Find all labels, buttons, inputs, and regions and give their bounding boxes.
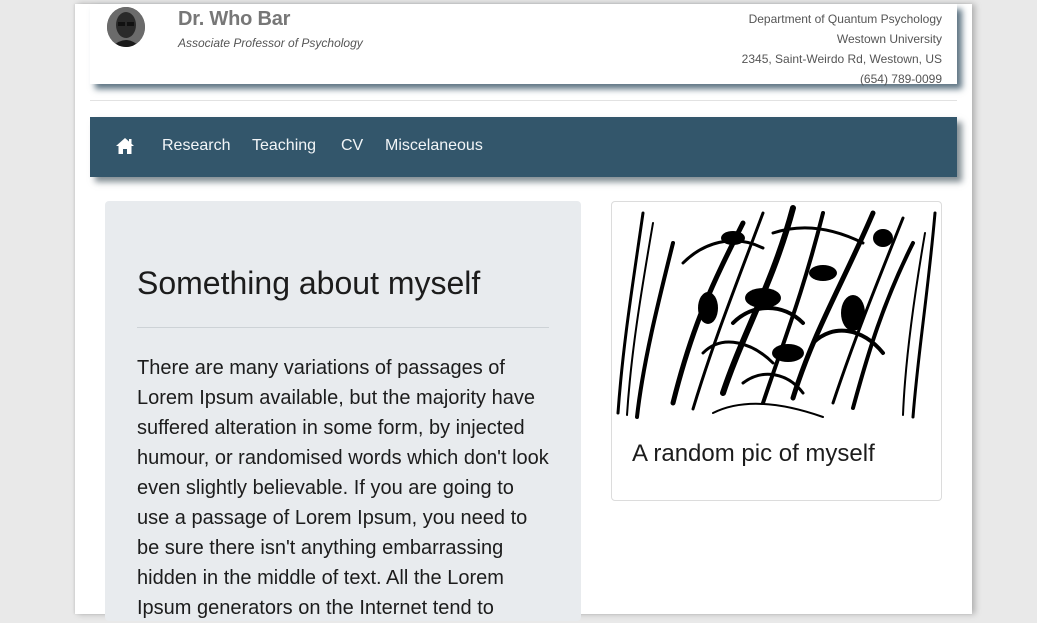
contact-phone: (654) 789-0099 — [859, 72, 942, 86]
contact-university: Westown University — [836, 32, 942, 46]
nav-item-miscelaneous[interactable]: Miscelaneous — [385, 137, 483, 155]
about-divider — [137, 327, 549, 328]
nav-item-research[interactable]: Research — [162, 137, 230, 155]
header-divider — [90, 100, 957, 101]
page-container: Dr. Who Bar Associate Professor of Psych… — [75, 4, 972, 621]
about-heading: Something about myself — [137, 265, 481, 301]
avatar — [107, 7, 145, 47]
home-icon[interactable] — [115, 137, 135, 155]
picture-card: A random pic of myself — [611, 201, 942, 501]
profile-header: Dr. Who Bar Associate Professor of Psych… — [90, 4, 957, 86]
profile-picture — [613, 203, 940, 421]
nav-item-teaching[interactable]: Teaching — [252, 137, 316, 155]
contact-department: Department of Quantum Psychology — [748, 12, 942, 26]
profile-photo-icon — [107, 7, 145, 47]
main-navbar: Research Teaching CV Miscelaneous — [90, 117, 957, 177]
sketch-image-icon — [613, 203, 940, 421]
profile-position: Associate Professor of Psychology — [178, 36, 363, 50]
contact-info: Department of Quantum Psychology Westown… — [742, 9, 942, 89]
picture-caption: A random pic of myself — [632, 440, 875, 467]
about-body: There are many variations of passages of… — [137, 357, 549, 619]
contact-address: 2345, Saint-Weirdo Rd, Westown, US — [741, 52, 942, 66]
nav-item-cv[interactable]: CV — [341, 137, 363, 155]
profile-name: Dr. Who Bar — [178, 8, 291, 30]
about-panel: Something about myself There are many va… — [105, 201, 581, 621]
